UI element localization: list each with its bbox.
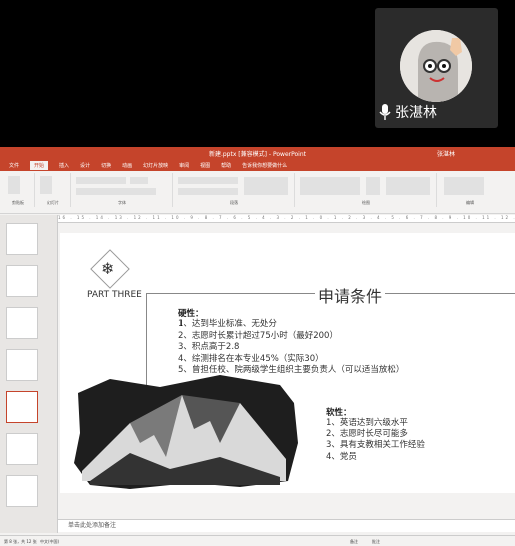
tab-animations[interactable]: 动画 bbox=[122, 162, 132, 169]
paste-icon[interactable] bbox=[8, 176, 20, 194]
slide-canvas[interactable]: ❄ PART THREE 申请条件 硬性： 1、达到毕业标准、无处分 2、志愿时… bbox=[60, 233, 515, 493]
tab-view[interactable]: 视图 bbox=[200, 162, 210, 169]
list-item: 4、党员 bbox=[326, 451, 357, 462]
microphone-icon bbox=[379, 104, 391, 120]
shape-style-buttons[interactable] bbox=[386, 177, 430, 195]
list-item: 2、志愿时长尽可能多 bbox=[326, 429, 408, 440]
powerpoint-window: 新建.pptx [兼容模式] - PowerPoint 张湛林 文件 开始 插入… bbox=[0, 147, 515, 546]
slide-thumbnail[interactable] bbox=[6, 349, 38, 381]
soft-requirements-heading: 软性： bbox=[326, 408, 352, 418]
ribbon-group-clipboard: 剪贴板 bbox=[2, 173, 35, 207]
tab-slideshow[interactable]: 幻灯片放映 bbox=[143, 162, 168, 169]
ribbon-group-editing: 编辑 bbox=[440, 173, 500, 207]
shapes-gallery[interactable] bbox=[300, 177, 360, 195]
horizontal-ruler: 16 . 15 . 14 . 13 . 12 . 11 . 10 . 9 . 8… bbox=[58, 215, 515, 223]
new-slide-icon[interactable] bbox=[40, 176, 52, 194]
ppt-titlebar: 新建.pptx [兼容模式] - PowerPoint 张湛林 bbox=[0, 147, 515, 159]
font-format-buttons[interactable] bbox=[76, 188, 156, 195]
snowflake-icon: ❄ bbox=[101, 259, 115, 278]
font-family-select[interactable] bbox=[76, 177, 126, 184]
participant-name-label: 张湛林 bbox=[395, 105, 437, 121]
slide-thumbnail[interactable] bbox=[6, 475, 38, 507]
mountain-image bbox=[74, 375, 298, 489]
ribbon-group-drawing: 绘图 bbox=[296, 173, 437, 207]
list-item: 3、积点高于2.8 bbox=[178, 342, 240, 352]
font-size-select[interactable] bbox=[130, 177, 148, 184]
find-replace-select-buttons[interactable] bbox=[444, 177, 484, 195]
list-item: 2、志愿时长累计超过75小时（最好200） bbox=[178, 330, 338, 341]
hard-requirements-list[interactable]: 1、达到毕业标准、无处分 2、志愿时长累计超过75小时（最好200） 3、积点高… bbox=[178, 319, 404, 377]
section-label: PART THREE bbox=[87, 290, 142, 300]
hard-requirements-heading: 硬性： bbox=[178, 309, 204, 319]
tab-review[interactable]: 审阅 bbox=[179, 162, 189, 169]
ribbon-group-font: 字体 bbox=[72, 173, 173, 207]
slide-count: 第 8 张，共 12 张 bbox=[4, 539, 37, 544]
slide-thumbnail[interactable] bbox=[6, 307, 38, 339]
list-item: 3、具有支教相关工作经验 bbox=[326, 440, 425, 451]
comments-button[interactable]: 批注 bbox=[372, 539, 380, 545]
ribbon-group-slides: 幻灯片 bbox=[36, 173, 71, 207]
slide-title[interactable]: 申请条件 bbox=[315, 283, 386, 307]
text-direction-buttons[interactable] bbox=[244, 177, 288, 195]
soft-requirements-list[interactable]: 1、英语达到六级水平 2、志愿时长尽可能多 3、具有支教相关工作经验 4、党员 bbox=[326, 418, 425, 463]
tell-me-search[interactable]: 告诉我你想要做什么 bbox=[242, 162, 287, 169]
arrange-icon[interactable] bbox=[366, 177, 380, 195]
tab-insert[interactable]: 插入 bbox=[59, 162, 69, 169]
tab-home[interactable]: 开始 bbox=[30, 160, 49, 170]
list-item: 1、英语达到六级水平 bbox=[326, 418, 408, 428]
slide-thumbnails-pane bbox=[0, 215, 58, 533]
tab-file[interactable]: 文件 bbox=[9, 162, 19, 169]
text-cursor-icon: I bbox=[180, 319, 183, 329]
ribbon-group-paragraph: 段落 bbox=[174, 173, 295, 207]
participant-name: 张湛林 bbox=[379, 102, 437, 122]
tab-transitions[interactable]: 切换 bbox=[101, 162, 111, 169]
notes-button[interactable]: 备注 bbox=[350, 539, 358, 545]
slide-thumbnail[interactable] bbox=[6, 265, 38, 297]
list-buttons[interactable] bbox=[178, 177, 238, 184]
slide-thumbnail-selected[interactable] bbox=[6, 391, 38, 423]
align-buttons[interactable] bbox=[178, 188, 238, 195]
slide-thumbnail[interactable] bbox=[6, 223, 38, 255]
status-bar: 第 8 张，共 12 张 中文(中国) 备注 批注 bbox=[0, 535, 515, 546]
avatar-image bbox=[400, 30, 472, 102]
video-area: 张湛林 bbox=[0, 0, 515, 140]
tab-help[interactable]: 帮助 bbox=[221, 162, 231, 169]
list-item: 4、综测排名在本专业45%（实际30） bbox=[178, 353, 324, 364]
tab-design[interactable]: 设计 bbox=[80, 162, 90, 169]
ribbon: 剪贴板 幻灯片 字体 段落 绘图 编辑 bbox=[0, 171, 515, 214]
participant-tile[interactable]: 张湛林 bbox=[375, 8, 498, 128]
user-label[interactable]: 张湛林 bbox=[437, 149, 455, 158]
notes-pane[interactable]: 单击此处添加备注 bbox=[58, 519, 515, 532]
slide-thumbnail[interactable] bbox=[6, 433, 38, 465]
avatar bbox=[400, 30, 472, 102]
language-indicator[interactable]: 中文(中国) bbox=[40, 539, 59, 545]
list-item: 1、达到毕业标准、无处分 bbox=[178, 319, 277, 329]
ribbon-tabs: 文件 开始 插入 设计 切换 动画 幻灯片放映 审阅 视图 帮助 告诉我你想要做… bbox=[0, 159, 515, 171]
